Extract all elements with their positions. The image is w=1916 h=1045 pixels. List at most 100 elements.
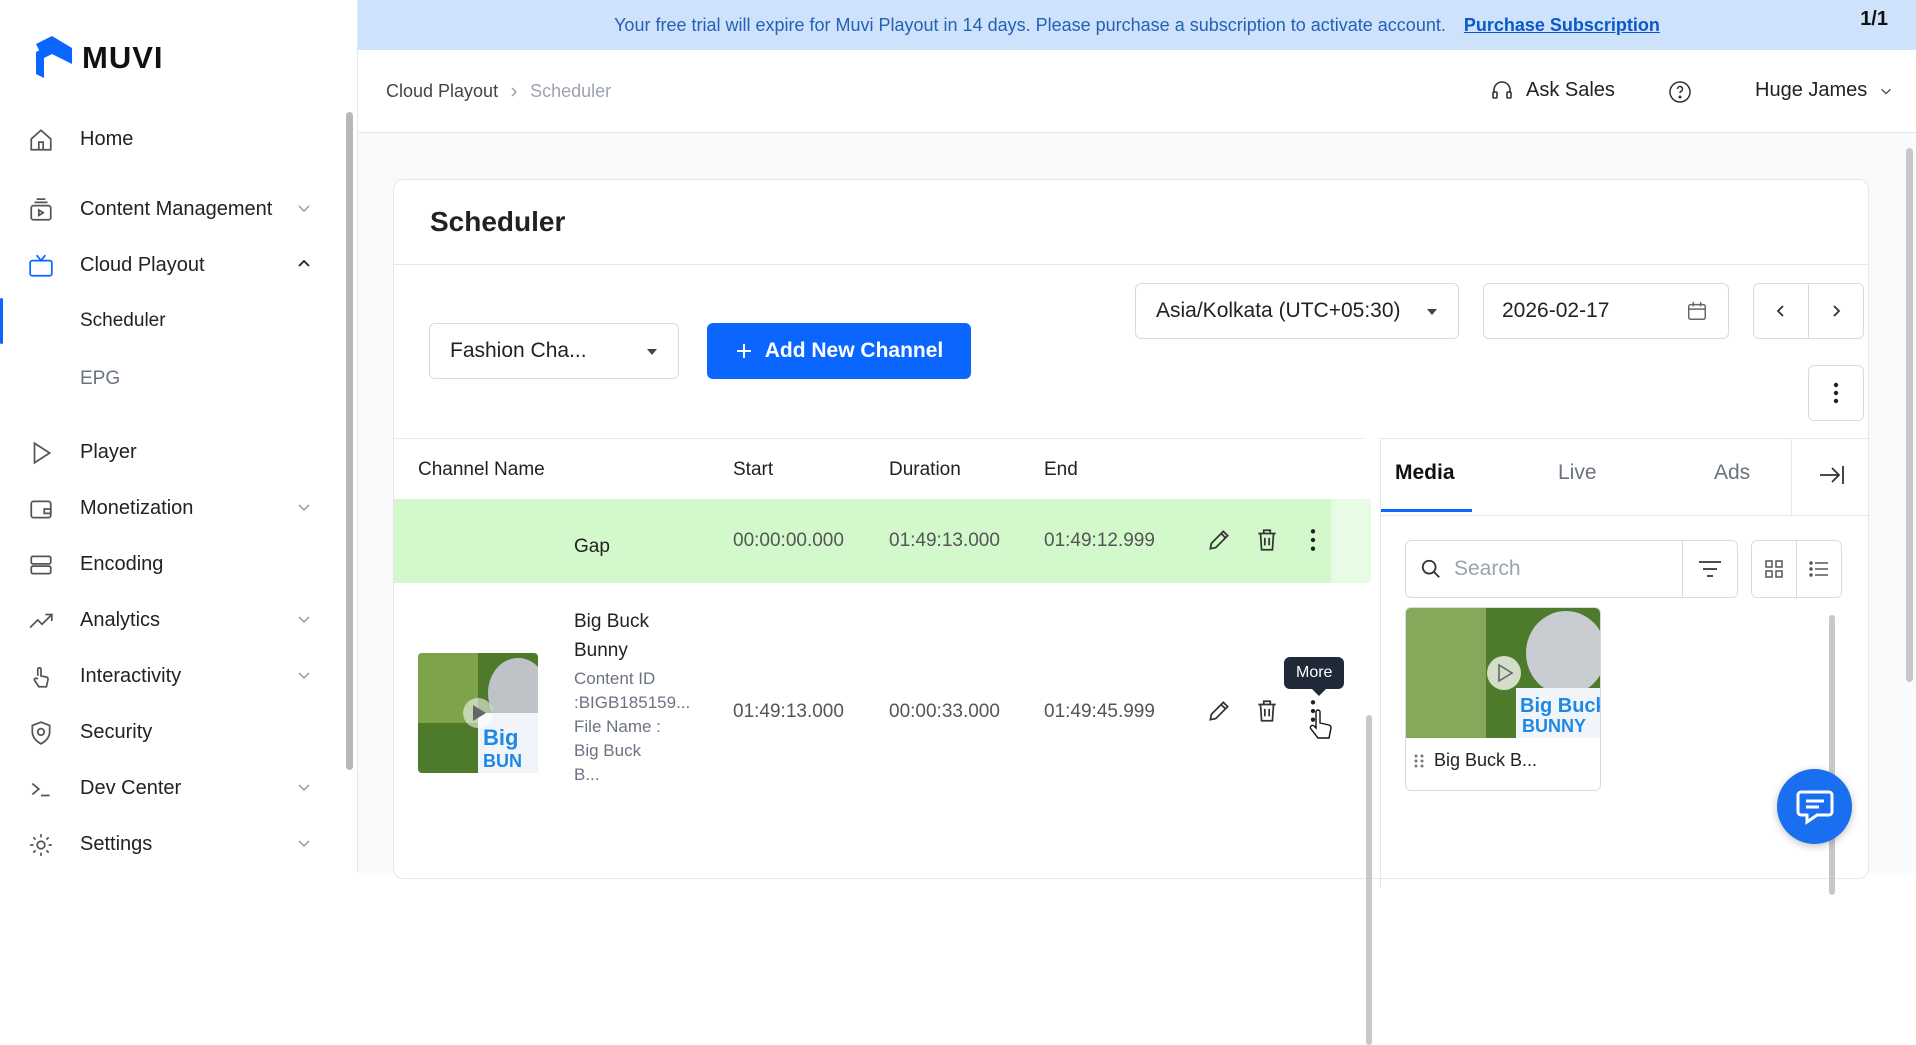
column-header-start: Start: [733, 459, 774, 480]
tab-media[interactable]: Media: [1395, 461, 1455, 485]
sidebar-subitem-epg[interactable]: EPG: [80, 368, 120, 390]
wallet-icon: [30, 500, 52, 519]
banner-counter: 1/1: [1860, 8, 1888, 30]
list-view-button[interactable]: [1796, 540, 1842, 598]
sidebar-item-analytics[interactable]: Analytics: [0, 598, 340, 642]
sidebar-item-cloud-playout[interactable]: Cloud Playout: [0, 243, 340, 287]
more-options-button[interactable]: [1808, 365, 1864, 421]
media-search[interactable]: Search: [1405, 540, 1683, 598]
sidebar-item-settings[interactable]: Settings: [0, 822, 340, 866]
column-header-channel-name: Channel Name: [418, 459, 545, 480]
chevron-down-icon: [298, 672, 310, 680]
column-header-duration: Duration: [889, 459, 961, 480]
trend-icon: [29, 613, 53, 629]
filter-icon: [1699, 561, 1721, 577]
sidebar-item-label: Dev Center: [80, 776, 182, 799]
logo[interactable]: MUVI: [32, 34, 164, 82]
sidebar-item-label: Interactivity: [80, 664, 182, 687]
sidebar-item-home[interactable]: Home: [0, 117, 340, 161]
trash-icon[interactable]: [1254, 527, 1280, 553]
table-row-gap[interactable]: Gap 00:00:00.000 01:49:13.000 01:49:12.9…: [394, 499, 1331, 583]
sidebar: MUVI Home Content Management Cloud Playo…: [0, 0, 358, 873]
divider: [394, 264, 1868, 265]
sidebar-item-label: Home: [80, 127, 134, 150]
media-thumbnail: Big Buck BUNNY: [1406, 608, 1601, 738]
sidebar-item-interactivity[interactable]: Interactivity: [0, 654, 340, 698]
media-item[interactable]: Big Buck BUNNY Big Buck B...: [1405, 607, 1601, 791]
user-name: Huge James: [1755, 79, 1868, 101]
help-icon[interactable]: [1668, 80, 1692, 104]
ask-sales-button[interactable]: Ask Sales: [1490, 78, 1615, 102]
shield-icon: [31, 721, 51, 745]
sidebar-item-player[interactable]: Player: [0, 430, 340, 474]
sidebar-item-label: Encoding: [80, 552, 164, 575]
chevron-down-icon: [1881, 88, 1892, 95]
search-icon: [1421, 559, 1440, 578]
search-placeholder: Search: [1454, 557, 1521, 580]
table-scrollbar[interactable]: [1366, 715, 1372, 1045]
row-meta-line: File Name :: [574, 717, 661, 736]
grid-view-button[interactable]: [1751, 540, 1797, 598]
add-new-channel-button[interactable]: Add New Channel: [707, 323, 971, 379]
breadcrumb: Cloud Playout Scheduler: [386, 81, 611, 102]
chat-button[interactable]: [1777, 769, 1852, 844]
panel-scrollbar[interactable]: [1829, 615, 1835, 895]
svg-text:Big Buck: Big Buck: [1520, 695, 1601, 717]
collapse-panel-icon[interactable]: [1818, 463, 1846, 487]
purchase-subscription-link[interactable]: Purchase Subscription: [1464, 15, 1660, 36]
filter-button[interactable]: [1682, 540, 1738, 598]
channel-select[interactable]: Fashion Cha...: [429, 323, 679, 379]
user-menu[interactable]: Huge James: [1755, 79, 1893, 102]
timezone-select[interactable]: Asia/Kolkata (UTC+05:30): [1135, 283, 1459, 339]
row-meta-line: Big Buck: [574, 741, 642, 760]
tab-underline: [1381, 509, 1472, 512]
row-highlight: [1331, 499, 1371, 583]
date-picker[interactable]: 2026-02-17: [1483, 283, 1729, 339]
row-name: Gap: [574, 536, 610, 557]
tv-icon: [29, 254, 53, 277]
sidebar-item-dev-center[interactable]: Dev Center: [0, 766, 340, 810]
tab-ads[interactable]: Ads: [1714, 461, 1750, 485]
edit-icon[interactable]: [1206, 698, 1232, 724]
prev-date-button[interactable]: [1753, 283, 1809, 339]
date-value: 2026-02-17: [1502, 299, 1610, 322]
kebab-icon[interactable]: [1300, 527, 1326, 553]
next-date-button[interactable]: [1808, 283, 1864, 339]
row-meta-line: :BIGB185159...: [574, 693, 691, 712]
chevron-down-icon: [298, 504, 310, 512]
sidebar-item-monetization[interactable]: Monetization: [0, 486, 340, 530]
sidebar-scrollbar[interactable]: [346, 112, 353, 770]
chevron-down-icon: [298, 784, 310, 792]
sidebar-item-content-management[interactable]: Content Management: [0, 187, 340, 231]
media-item-label: Big Buck B...: [1434, 750, 1538, 770]
sidebar-item-encoding[interactable]: Encoding: [0, 542, 340, 586]
row-start: 00:00:00.000: [733, 530, 844, 551]
column-header-end: End: [1044, 459, 1078, 480]
drag-handle-icon[interactable]: [1414, 753, 1424, 769]
sidebar-item-label: Analytics: [80, 608, 161, 631]
channel-select-value: Fashion Cha...: [450, 339, 587, 362]
home-icon: [30, 129, 52, 151]
row-start: 01:49:13.000: [733, 701, 844, 722]
media-item-name: Big Buck B...: [1414, 750, 1537, 771]
play-icon: [33, 441, 52, 465]
page-title: Scheduler: [430, 206, 566, 237]
tab-live[interactable]: Live: [1558, 461, 1597, 485]
trial-banner: Your free trial will expire for Muvi Pla…: [358, 0, 1916, 50]
caret-down-icon: [647, 349, 657, 355]
row-end: 01:49:12.999: [1044, 530, 1155, 551]
row-meta-line: B...: [574, 765, 600, 784]
sidebar-item-security[interactable]: Security: [0, 710, 340, 754]
page-scrollbar[interactable]: [1906, 148, 1913, 682]
thumbnail-image: Big BUN: [418, 653, 538, 773]
breadcrumb-current: Scheduler: [530, 81, 612, 101]
sidebar-subitem-scheduler[interactable]: Scheduler: [80, 310, 166, 332]
breadcrumb-item[interactable]: Cloud Playout: [386, 81, 498, 102]
divider: [1791, 439, 1792, 515]
trash-icon[interactable]: [1254, 698, 1280, 724]
divider: [1381, 515, 1870, 516]
row-duration: 01:49:13.000: [889, 530, 1000, 551]
row-name-line: Big Buck: [574, 611, 649, 632]
edit-icon[interactable]: [1206, 527, 1232, 553]
sidebar-item-label: Content Management: [80, 197, 273, 220]
